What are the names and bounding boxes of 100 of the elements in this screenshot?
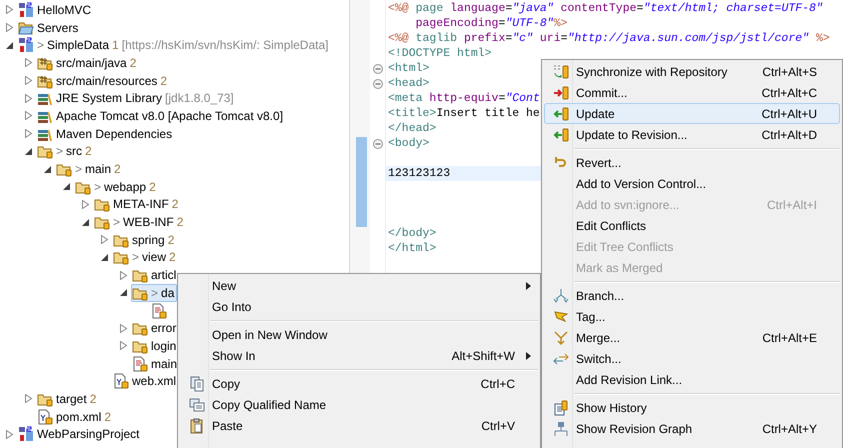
menu-item[interactable]: Commit... Ctrl+Alt+C [544, 82, 840, 103]
menu-item[interactable]: Go Into [180, 296, 538, 317]
menu-item[interactable]: Add Revision Link... [544, 369, 840, 390]
tree-item[interactable]: > src 2 [36, 142, 95, 160]
menu-item[interactable]: Update Ctrl+Alt+U [544, 103, 840, 124]
menu-item[interactable]: Copy Ctrl+C [180, 373, 538, 394]
tree-item[interactable]: error [131, 319, 180, 338]
menu-item[interactable]: Show In Alt+Shift+W [180, 345, 538, 366]
tree-item[interactable]: WebParsingProject [17, 426, 142, 444]
menu-item[interactable]: Show History [544, 397, 840, 418]
collapsed-triangle-icon[interactable] [24, 111, 33, 120]
tree-item[interactable]: web.xml [112, 372, 180, 390]
submenu-arrow-icon [526, 282, 530, 290]
menu-item[interactable]: Switch... [544, 348, 840, 369]
code-line: <%@ taglib prefix="c" uri="http://java.sun.com/jsp/jstl/core" %> [388, 32, 830, 45]
fold-toggle-icon[interactable] [372, 78, 382, 88]
update-arrow-icon [552, 126, 568, 142]
submenu-arrow-icon [526, 352, 530, 360]
expanded-triangle-icon[interactable] [100, 252, 109, 262]
tree-item[interactable]: articl [131, 266, 180, 284]
file-icon [151, 302, 167, 319]
menu-item[interactable]: Add to Version Control... [544, 173, 840, 194]
expanded-triangle-icon[interactable] [119, 288, 128, 298]
menu-item[interactable]: Update to Revision... Ctrl+Alt+D [544, 124, 840, 145]
xml-file-icon [113, 373, 129, 390]
menu-item[interactable]: Merge... Ctrl+Alt+E [544, 327, 840, 348]
branch-icon [552, 288, 568, 304]
tag-icon [552, 308, 568, 324]
menu-item[interactable]: Edit Conflicts [544, 215, 840, 236]
collapsed-triangle-icon[interactable] [81, 200, 90, 209]
code-line: <meta http-equiv="Cont [388, 92, 540, 105]
code-line: <%@ page language="java" contentType="text/html; charset=UTF-8" [388, 2, 823, 15]
collapsed-triangle-icon[interactable] [119, 324, 128, 333]
code-line: pageEncoding="UTF-8"%> [414, 17, 568, 30]
collapsed-triangle-icon[interactable] [24, 94, 33, 103]
xml-file-icon [37, 408, 53, 425]
expanded-triangle-icon[interactable] [5, 40, 14, 50]
folder-icon [18, 20, 34, 36]
tree-item[interactable]: Apache Tomcat v8.0 [Apache Tomcat v8.0] [36, 107, 286, 125]
collapsed-triangle-icon[interactable] [5, 5, 14, 14]
collapsed-triangle-icon[interactable] [24, 76, 33, 86]
tree-item[interactable]: Maven Dependencies [36, 124, 176, 142]
collapsed-triangle-icon[interactable] [100, 235, 109, 244]
switch-icon [552, 350, 568, 366]
tree-item[interactable]: > view 2 [112, 248, 179, 266]
project-icon [18, 426, 34, 442]
menu-item[interactable]: Copy Qualified Name [180, 394, 538, 415]
code-line: <body> [388, 137, 430, 150]
fold-toggle-icon[interactable] [372, 138, 382, 148]
merge-icon [552, 330, 568, 346]
collapsed-triangle-icon[interactable] [119, 341, 128, 350]
tree-item[interactable]: META-INF 2 [93, 196, 182, 214]
copy-name-icon [188, 396, 204, 412]
tree-item[interactable]: > WEB-INF 2 [93, 213, 186, 231]
revision-graph-icon [552, 420, 568, 436]
sync-icon [552, 64, 568, 80]
file-icon [132, 356, 148, 372]
tree-item[interactable]: pom.xml 2 [36, 408, 114, 426]
code-line: </html> [388, 242, 436, 255]
menu-item[interactable]: Branch... [544, 285, 840, 306]
tree-item[interactable]: spring 2 [112, 230, 178, 249]
expanded-triangle-icon[interactable] [24, 146, 33, 156]
menu-item[interactable]: Open in New Window [180, 324, 538, 345]
history-icon [552, 400, 568, 416]
tree-item[interactable]: src/main/java 2 [36, 54, 140, 72]
tree-item[interactable]: login [131, 337, 180, 355]
expanded-triangle-icon[interactable] [43, 164, 52, 174]
tree-item[interactable]: Servers [17, 18, 82, 36]
fold-toggle-icon[interactable] [372, 64, 382, 74]
collapsed-triangle-icon[interactable] [5, 23, 14, 32]
tree-item[interactable]: src/main/resources 2 [36, 72, 170, 90]
tree-item[interactable]: HelloMVC [17, 1, 94, 19]
menu-item[interactable]: Revert... [544, 152, 840, 173]
tree-item[interactable]: target 2 [36, 390, 100, 408]
menu-item[interactable]: Tag... [544, 306, 840, 327]
paste-icon [188, 418, 204, 434]
menu-item[interactable]: Paste Ctrl+V [180, 415, 538, 436]
menu-item[interactable]: Show Revision Graph Ctrl+Alt+Y [544, 418, 840, 439]
menu-item[interactable]: New [180, 275, 538, 296]
expanded-triangle-icon[interactable] [62, 182, 71, 192]
collapsed-triangle-icon[interactable] [24, 58, 33, 68]
tree-item[interactable]: main [131, 354, 180, 372]
tree-item[interactable]: > da [131, 284, 178, 302]
copy-icon [188, 376, 204, 392]
code-line: <title>Insert title he [388, 107, 540, 120]
update-arrow-icon [552, 106, 568, 122]
menu-item[interactable]: Synchronize with Repository Ctrl+Alt+S [544, 61, 840, 82]
code-line: 123123123 [388, 167, 450, 180]
tree-item[interactable]: > main 2 [55, 160, 124, 178]
collapsed-triangle-icon[interactable] [119, 270, 128, 280]
code-line: <html> [388, 62, 430, 75]
collapsed-triangle-icon[interactable] [24, 129, 33, 138]
expanded-triangle-icon[interactable] [81, 218, 90, 227]
collapsed-triangle-icon[interactable] [24, 394, 33, 404]
collapsed-triangle-icon[interactable] [5, 430, 14, 439]
tree-item[interactable]: > webapp 2 [74, 178, 159, 196]
tree-item[interactable]: JRE System Library [jdk1.8.0_73] [36, 89, 237, 108]
project-icon [18, 2, 34, 18]
code-line: <head> [388, 77, 430, 90]
tree-item[interactable]: > SimpleData 1 [https://hsKim/svn/hsKim/: SimpleData] [17, 36, 332, 54]
